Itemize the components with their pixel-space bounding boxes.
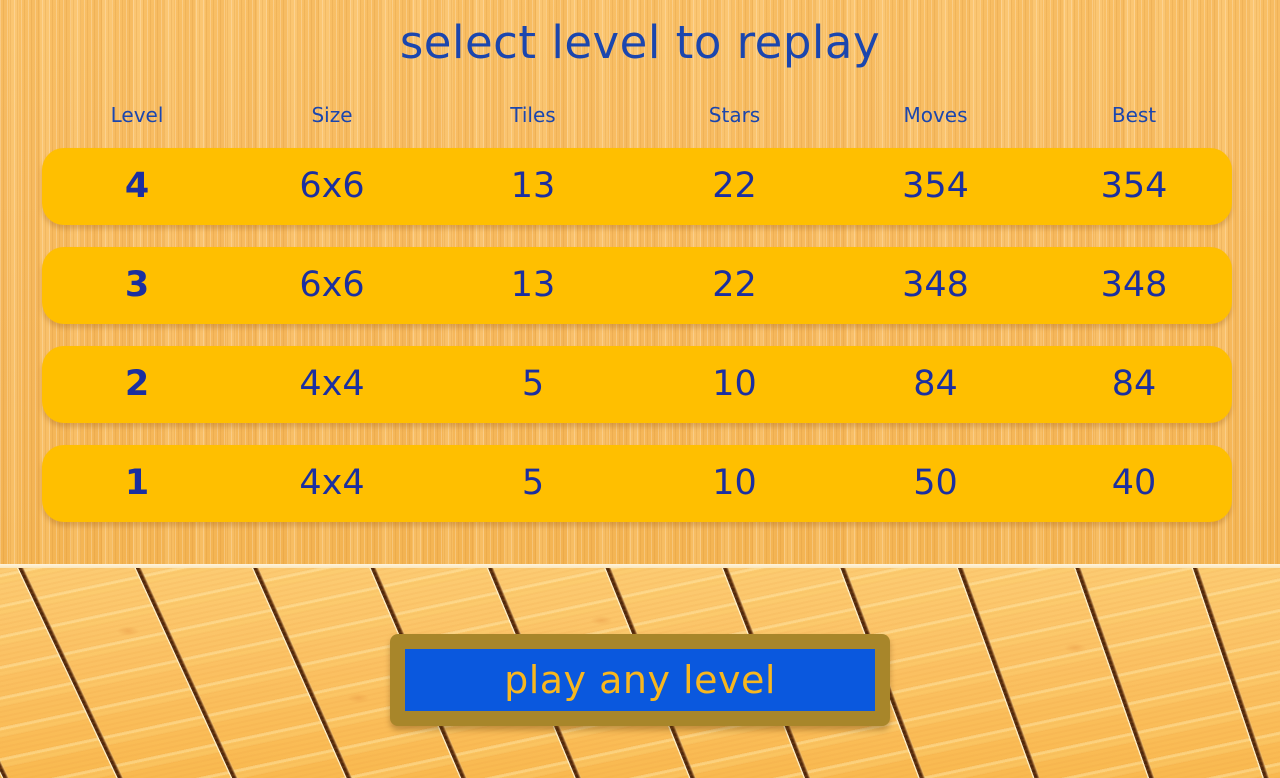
floor-plank-groove (1178, 568, 1280, 778)
column-header-level: Level (110, 103, 164, 127)
cell-size: 6x6 (299, 265, 365, 305)
column-header-best: Best (1111, 103, 1157, 127)
cell-level: 3 (124, 265, 150, 305)
cell-level: 1 (124, 463, 150, 503)
page-title: select level to replay (399, 16, 881, 69)
cell-level: 2 (124, 364, 150, 404)
table-row[interactable]: 1 4x4 5 10 50 40 (42, 445, 1232, 522)
floor-plank-groove (942, 568, 1059, 778)
cell-moves: 50 (913, 463, 958, 503)
cell-tiles: 5 (521, 364, 545, 404)
cell-stars: 22 (712, 265, 757, 305)
column-header-moves: Moves (903, 103, 968, 127)
floor-plank-groove (0, 568, 34, 778)
cell-moves: 354 (902, 166, 969, 206)
cell-tiles: 13 (510, 166, 556, 206)
cell-best: 84 (1111, 364, 1157, 404)
floor-plank-groove (234, 568, 375, 778)
floor-plank-groove (0, 568, 148, 778)
cell-tiles: 5 (521, 463, 545, 503)
cell-size: 6x6 (299, 166, 365, 206)
column-header-tiles: Tiles (510, 103, 556, 127)
cell-stars: 10 (712, 364, 757, 404)
floor-plank-groove (1060, 568, 1173, 778)
column-header-stars: Stars (708, 103, 761, 127)
floor-plank-groove (116, 568, 261, 778)
cell-moves: 348 (902, 265, 969, 305)
play-any-level-button-face: play any level (405, 649, 875, 711)
cell-tiles: 13 (510, 265, 556, 305)
play-any-level-button[interactable]: play any level (390, 634, 890, 726)
column-header-size: Size (311, 103, 353, 127)
table-row[interactable]: 2 4x4 5 10 84 84 (42, 346, 1232, 423)
cell-stars: 22 (712, 166, 757, 206)
cell-size: 4x4 (299, 364, 365, 404)
cell-best: 354 (1100, 166, 1168, 206)
cell-size: 4x4 (299, 463, 365, 503)
cell-level: 4 (124, 166, 150, 206)
cell-best: 40 (1111, 463, 1157, 503)
cell-moves: 84 (913, 364, 958, 404)
table-row[interactable]: 3 6x6 13 22 348 348 (42, 247, 1232, 324)
cell-best: 348 (1100, 265, 1168, 305)
table-row[interactable]: 4 6x6 13 22 354 354 (42, 148, 1232, 225)
level-list: 4 6x6 13 22 354 354 3 6x6 13 22 348 348 … (42, 148, 1232, 544)
cell-stars: 10 (712, 463, 757, 503)
table-header: Level Size Tiles Stars Moves Best (42, 99, 1232, 131)
play-any-level-label: play any level (504, 658, 776, 702)
level-select-screen: select level to replay Level Size Tiles … (0, 0, 1280, 778)
